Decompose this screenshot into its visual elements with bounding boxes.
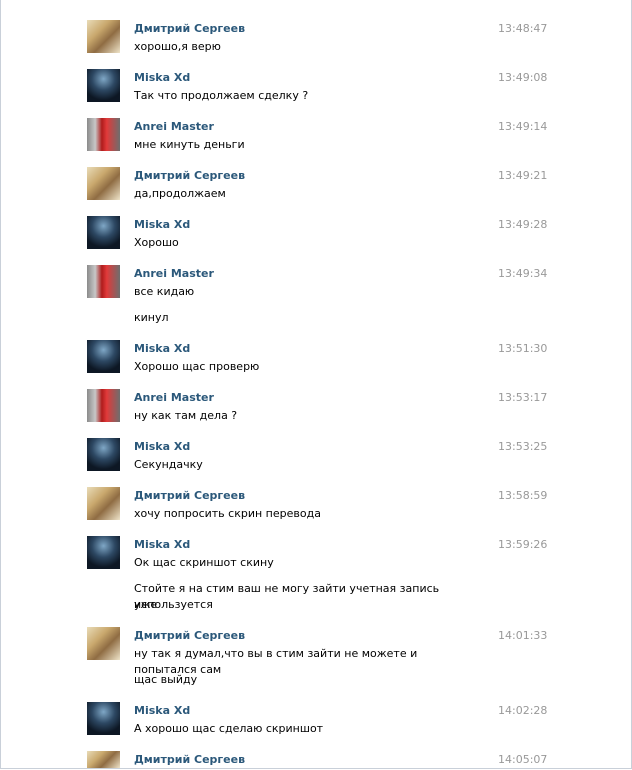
avatar[interactable]: [87, 340, 120, 373]
message-text: щас выйду: [134, 673, 198, 686]
avatar[interactable]: [87, 216, 120, 249]
message-time: 13:49:28: [498, 218, 548, 231]
author-link[interactable]: Дмитрий Сергеев: [134, 753, 245, 766]
message-time: 13:51:30: [498, 342, 548, 355]
avatar[interactable]: [87, 536, 120, 569]
message-time: 13:49:21: [498, 169, 548, 182]
message-text: используется: [134, 598, 213, 611]
author-link[interactable]: Miska Xd: [134, 704, 190, 717]
avatar[interactable]: [87, 69, 120, 102]
message-text: Секундачку: [134, 458, 203, 471]
avatar[interactable]: [87, 118, 120, 151]
avatar[interactable]: [87, 438, 120, 471]
message-text: хорошо,я верю: [134, 40, 221, 53]
avatar[interactable]: [87, 265, 120, 298]
avatar[interactable]: [87, 751, 120, 768]
author-link[interactable]: Дмитрий Сергеев: [134, 629, 245, 642]
message-time: 14:01:33: [498, 629, 548, 642]
author-link[interactable]: Miska Xd: [134, 538, 190, 551]
message-time: 13:49:08: [498, 71, 548, 84]
message-text: все кидаю: [134, 285, 195, 298]
avatar[interactable]: [87, 389, 120, 422]
message-time: 14:02:28: [498, 704, 548, 717]
message-time: 14:05:07: [498, 753, 548, 766]
author-link[interactable]: Miska Xd: [134, 218, 190, 231]
message-text: Так что продолжаем сделку ?: [134, 89, 309, 102]
avatar[interactable]: [87, 487, 120, 520]
author-link[interactable]: Дмитрий Сергеев: [134, 169, 245, 182]
author-link[interactable]: Anrei Master: [134, 391, 214, 404]
message-text: да,продолжаем: [134, 187, 226, 200]
avatar[interactable]: [87, 20, 120, 53]
author-link[interactable]: Дмитрий Сергеев: [134, 489, 245, 502]
message-text: мне кинуть деньги: [134, 138, 245, 151]
message-time: 13:59:26: [498, 538, 548, 551]
author-link[interactable]: Дмитрий Сергеев: [134, 22, 245, 35]
message-text: Ок щас скриншот скину: [134, 556, 274, 569]
avatar[interactable]: [87, 702, 120, 735]
avatar[interactable]: [87, 167, 120, 200]
message-time: 13:49:34: [498, 267, 548, 280]
avatar[interactable]: [87, 627, 120, 660]
author-link[interactable]: Anrei Master: [134, 120, 214, 133]
message-time: 13:53:17: [498, 391, 548, 404]
author-link[interactable]: Miska Xd: [134, 440, 190, 453]
message-time: 13:48:47: [498, 22, 548, 35]
message-time: 13:53:25: [498, 440, 548, 453]
message-text: кинул: [134, 311, 169, 324]
message-text: ну как там дела ?: [134, 409, 238, 422]
message-time: 13:58:59: [498, 489, 548, 502]
author-link[interactable]: Anrei Master: [134, 267, 214, 280]
author-link[interactable]: Miska Xd: [134, 71, 190, 84]
message-text: Хорошо щас проверю: [134, 360, 260, 373]
message-text: Хорошо: [134, 236, 179, 249]
message-text: А хорошо щас сделаю скриншот: [134, 722, 324, 735]
author-link[interactable]: Miska Xd: [134, 342, 190, 355]
message-text: хочу попросить скрин перевода: [134, 507, 321, 520]
message-time: 13:49:14: [498, 120, 548, 133]
